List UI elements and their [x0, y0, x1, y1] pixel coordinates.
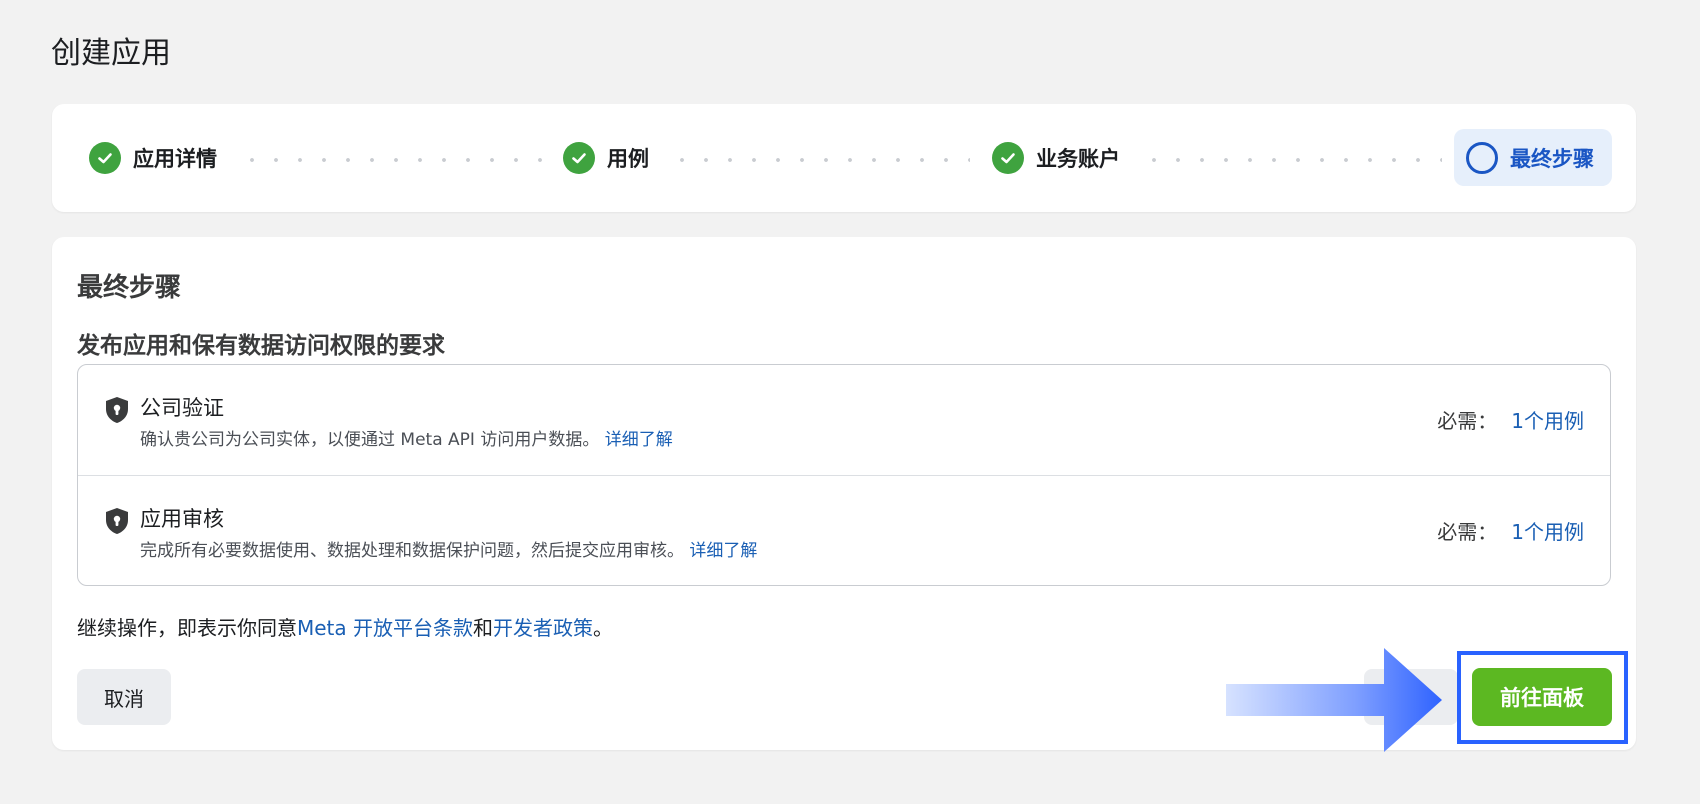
required-use-case-link[interactable]: 1个用例 [1511, 520, 1584, 544]
description-text: 完成所有必要数据使用、数据处理和数据保护问题，然后提交应用审核。 [140, 541, 684, 561]
requirement-business-verification: 公司验证 确认贵公司为公司实体，以便通过 Meta API 访问用户数据。 详细… [78, 365, 1610, 475]
step-label: 业务账户 [1036, 147, 1120, 171]
requirement-name: 应用审核 [140, 507, 224, 531]
step-use-cases[interactable]: 用例 [563, 142, 649, 174]
step-connector [670, 158, 970, 162]
cancel-button[interactable]: 取消 [77, 669, 171, 725]
check-icon [89, 142, 121, 174]
step-label: 应用详情 [133, 147, 217, 171]
requirements-title: 发布应用和保有数据访问权限的要求 [77, 333, 445, 359]
step-label: 最终步骤 [1510, 146, 1594, 171]
page-title: 创建应用 [51, 36, 171, 71]
requirement-description: 完成所有必要数据使用、数据处理和数据保护问题，然后提交应用审核。 详细了解 [140, 536, 757, 561]
requirement-app-review: 应用审核 完成所有必要数据使用、数据处理和数据保护问题，然后提交应用审核。 详细… [78, 475, 1610, 585]
shield-lock-icon [106, 508, 128, 534]
requirement-description: 确认贵公司为公司实体，以便通过 Meta API 访问用户数据。 详细了解 [140, 425, 673, 450]
step-connector [240, 158, 542, 162]
shield-lock-icon [106, 397, 128, 423]
agreement-text: 继续操作，即表示你同意Meta 开放平台条款和开发者政策。 [77, 612, 613, 641]
required-label: 必需： [1437, 520, 1498, 544]
step-app-details[interactable]: 应用详情 [89, 142, 217, 174]
requirements-list: 公司验证 确认贵公司为公司实体，以便通过 Meta API 访问用户数据。 详细… [77, 364, 1611, 586]
section-title: 最终步骤 [77, 273, 182, 303]
step-label: 用例 [607, 147, 649, 171]
developer-policy-link[interactable]: 开发者政策 [493, 616, 593, 640]
platform-terms-link[interactable]: Meta 开放平台条款 [297, 616, 473, 640]
learn-more-link[interactable]: 详细了解 [605, 430, 673, 450]
stepper: 应用详情 用例 业务账户 最终步骤 [52, 104, 1636, 212]
agreement-prefix: 继续操作，即表示你同意 [77, 616, 297, 640]
circle-icon [1466, 141, 1498, 174]
check-icon [992, 142, 1024, 174]
required-label: 必需： [1437, 409, 1498, 433]
agreement-suffix: 。 [593, 616, 614, 640]
requirement-meta: 必需： 1个用例 [1437, 516, 1584, 545]
requirement-name: 公司验证 [140, 396, 224, 420]
check-icon [563, 142, 595, 174]
learn-more-link[interactable]: 详细了解 [689, 541, 757, 561]
arrow-right-icon [1226, 648, 1442, 752]
description-text: 确认贵公司为公司实体，以便通过 Meta API 访问用户数据。 [140, 430, 600, 450]
requirement-meta: 必需： 1个用例 [1437, 405, 1584, 434]
step-connector [1142, 158, 1442, 162]
go-to-dashboard-button[interactable]: 前往面板 [1472, 668, 1612, 726]
required-use-case-link[interactable]: 1个用例 [1511, 409, 1584, 433]
step-final[interactable]: 最终步骤 [1454, 129, 1612, 186]
step-business-account[interactable]: 业务账户 [992, 142, 1120, 174]
agreement-conjunction: 和 [473, 616, 494, 640]
